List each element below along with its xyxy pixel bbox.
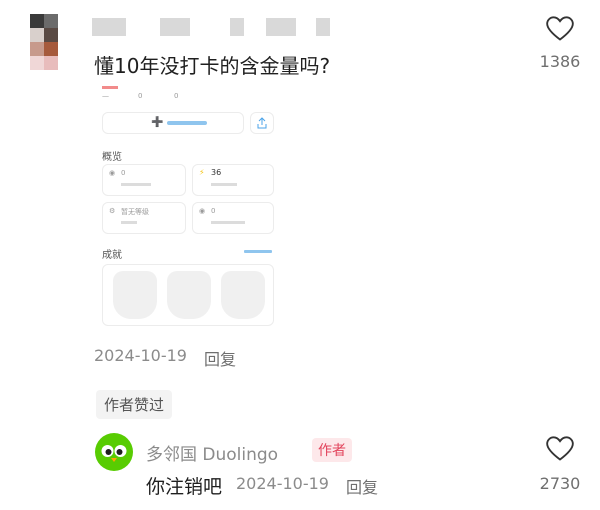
comment-date: 2024-10-19 (94, 346, 187, 365)
streak-card: ◉ 0 (102, 164, 186, 196)
league-value: 暂无等级 (121, 208, 149, 216)
add-friend-icon: ➕ (151, 117, 164, 128)
commenter-avatar[interactable] (30, 14, 72, 70)
share-button[interactable] (250, 112, 274, 134)
streak-caption-blurred (121, 183, 151, 186)
achievement-badge-1 (113, 271, 157, 319)
reply-text: 你注销吧 (146, 476, 223, 498)
heart-icon[interactable] (546, 436, 574, 462)
league-card: ⚙ 暂无等级 (102, 202, 186, 234)
streak-value: 0 (121, 169, 126, 177)
reply-like-count: 2730 (539, 474, 581, 493)
reply-username[interactable]: 多邻国 Duolingo (146, 440, 278, 465)
league-caption-blurred (121, 221, 137, 224)
reply-reply-button[interactable]: 回复 (346, 474, 378, 498)
comment-reply-button[interactable]: 回复 (204, 346, 236, 370)
heart-icon[interactable] (546, 16, 574, 42)
author-liked-text: 作者赞过 (96, 390, 173, 419)
author-badge-text: 作者 (312, 438, 352, 462)
achievements-heading: 成就 (102, 250, 122, 261)
rank-value: 0 (211, 207, 216, 215)
rank-card: ◉ 0 (192, 202, 274, 234)
rank-caption-blurred (211, 221, 245, 224)
embedded-profile-screenshot[interactable]: — 0 0 ➕ 概览 ◉ 0 ⚡ 36 ⚙ 暂无等级 ◉ 0 成就 (94, 84, 294, 330)
share-icon (257, 117, 267, 129)
rank-icon: ◉ (199, 207, 206, 215)
red-underline (102, 86, 118, 89)
duolingo-avatar-icon[interactable] (94, 432, 134, 472)
league-icon: ⚙ (109, 207, 116, 215)
comment-text: 懂10年没打卡的含金量吗? (94, 54, 331, 78)
author-liked-badge: 作者赞过 (96, 390, 173, 419)
stat-followers-label: 0 (174, 92, 179, 100)
add-friend-label-blurred (167, 121, 207, 125)
reply-date: 2024-10-19 (236, 474, 329, 493)
add-friend-button[interactable]: ➕ (102, 112, 244, 134)
stat-course-label: — (102, 92, 109, 100)
overview-heading: 概览 (102, 152, 122, 163)
achievement-badge-2 (167, 271, 211, 319)
xp-caption-blurred (211, 183, 237, 186)
xp-card: ⚡ 36 (192, 164, 274, 196)
xp-value: 36 (211, 168, 222, 177)
lightning-icon: ⚡ (199, 168, 205, 177)
achievement-badge-3 (221, 271, 265, 319)
view-all-link[interactable] (244, 250, 272, 253)
author-badge: 作者 (312, 438, 352, 462)
achievements-panel[interactable] (102, 264, 274, 326)
stat-following-label: 0 (138, 92, 143, 100)
like-count: 1386 (539, 52, 581, 71)
streak-icon: ◉ (109, 169, 116, 177)
